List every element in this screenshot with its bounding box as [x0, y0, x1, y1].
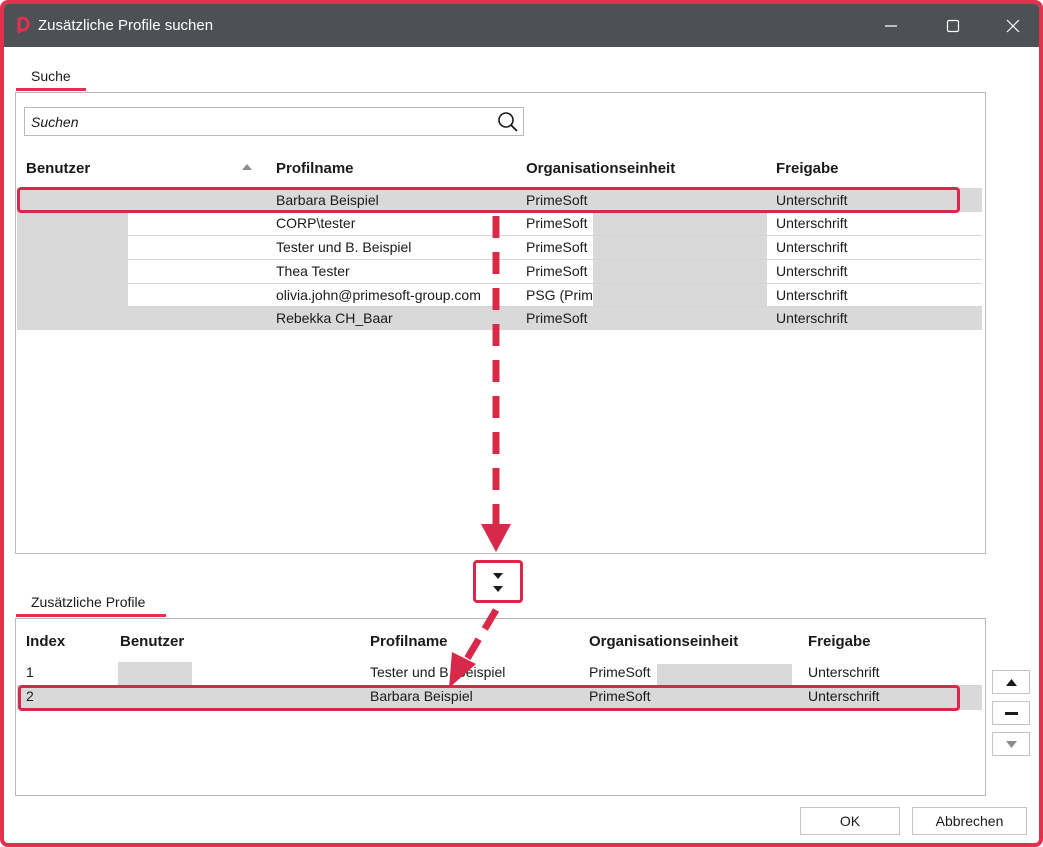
tab-suche-underline — [16, 88, 86, 91]
cell-org: PrimeSoft — [526, 263, 588, 279]
primesoft-logo-icon — [17, 16, 30, 33]
cell-profilname: CORP\tester — [276, 215, 356, 231]
minimize-icon — [885, 25, 897, 27]
close-icon — [1006, 19, 1020, 33]
column-header-profilname[interactable]: Profilname — [370, 633, 448, 650]
cell-freigabe: Unterschrift — [776, 287, 848, 303]
move-down-icon — [493, 573, 503, 592]
org-redacted-block — [657, 664, 792, 686]
cell-freigabe: Unterschrift — [776, 310, 848, 326]
column-header-profilname[interactable]: Profilname — [276, 160, 354, 177]
row-separator — [128, 259, 982, 260]
remove-button[interactable] — [992, 701, 1030, 725]
cell-freigabe: Unterschrift — [776, 263, 848, 279]
cell-org: PrimeSoft — [526, 239, 588, 255]
cell-org: PrimeSoft — [526, 215, 588, 231]
sort-ascending-icon[interactable] — [242, 163, 252, 171]
dialog-window: Zusätzliche Profile suchen Suche Benutze… — [0, 0, 1043, 847]
column-header-freigabe[interactable]: Freigabe — [776, 160, 839, 177]
cell-freigabe: Unterschrift — [776, 215, 848, 231]
maximize-button[interactable] — [938, 11, 968, 41]
row-separator — [128, 306, 982, 307]
move-down-button[interactable] — [473, 560, 523, 603]
cell-index: 1 — [26, 664, 34, 680]
move-up-icon — [1006, 679, 1017, 686]
column-header-organisationseinheit[interactable]: Organisationseinheit — [526, 160, 675, 177]
column-header-freigabe[interactable]: Freigabe — [808, 633, 871, 650]
move-up-button[interactable] — [992, 670, 1030, 694]
tab-zusaetzliche-profile[interactable]: Zusätzliche Profile — [31, 594, 145, 610]
column-header-benutzer[interactable]: Benutzer — [26, 160, 90, 177]
cell-org: PrimeSoft — [589, 664, 651, 680]
column-header-benutzer[interactable]: Benutzer — [120, 633, 184, 650]
cell-profilname: Rebekka CH_Baar — [276, 310, 393, 326]
move-down-small-button[interactable] — [992, 732, 1030, 756]
search-box[interactable] — [24, 107, 524, 136]
cell-profilname: Tester und B. Beispiel — [370, 664, 506, 680]
benutzer-redacted-block — [118, 662, 192, 686]
close-button[interactable] — [998, 11, 1028, 41]
cell-profilname: Tester und B. Beispiel — [276, 239, 412, 255]
cell-freigabe: Unterschrift — [776, 239, 848, 255]
title-bar[interactable]: Zusätzliche Profile suchen — [4, 4, 1039, 47]
tab-suche[interactable]: Suche — [31, 68, 71, 84]
cell-org: PrimeSoft — [526, 310, 588, 326]
cell-freigabe: Unterschrift — [808, 664, 880, 680]
cell-profilname: Thea Tester — [276, 263, 350, 279]
cancel-button[interactable]: Abbrechen — [912, 807, 1027, 835]
ok-button[interactable]: OK — [800, 807, 900, 835]
window-title: Zusätzliche Profile suchen — [38, 17, 214, 34]
minimize-button[interactable] — [876, 11, 906, 41]
remove-icon — [1005, 712, 1018, 715]
move-down-small-icon — [1006, 741, 1017, 748]
cell-org: PSG (Prime — [526, 287, 593, 303]
column-header-organisationseinheit[interactable]: Organisationseinheit — [589, 633, 738, 650]
row-separator — [128, 235, 982, 236]
tab-profiles-underline — [16, 614, 166, 617]
selected-row-highlight — [18, 685, 960, 711]
maximize-icon — [946, 19, 960, 33]
search-icon[interactable] — [497, 111, 519, 133]
cell-profilname: olivia.john@primesoft-group.com — [276, 287, 481, 303]
search-input[interactable] — [31, 112, 491, 132]
selected-row-highlight — [17, 187, 960, 213]
row-separator — [128, 283, 982, 284]
column-header-index[interactable]: Index — [26, 633, 65, 650]
